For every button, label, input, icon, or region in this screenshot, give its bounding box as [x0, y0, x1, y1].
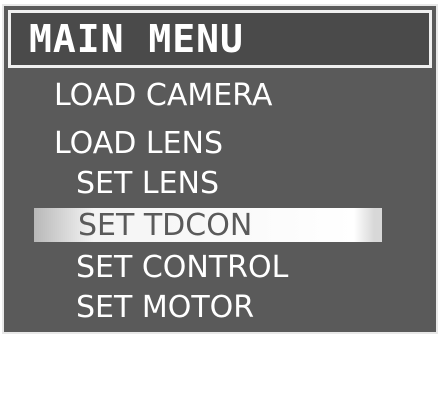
menu-item-label: SET CONTROL	[76, 250, 289, 285]
menu-item-set-lens[interactable]: SET LENS	[8, 166, 434, 202]
menu-title: MAIN MENU	[29, 17, 244, 61]
menu-item-set-tdcon[interactable]: SET TDCON	[34, 208, 382, 243]
menu-item-load-camera[interactable]: LOAD CAMERA	[8, 78, 434, 114]
menu-item-label: LOAD CAMERA	[54, 78, 273, 113]
menu-item-label: SET TDCON	[78, 208, 253, 243]
menu-item-set-motor[interactable]: SET MOTOR	[8, 290, 434, 326]
menu-title-bar: MAIN MENU	[8, 10, 432, 68]
menu-item-set-control[interactable]: SET CONTROL	[8, 250, 434, 286]
menu-item-label: SET LENS	[76, 166, 220, 201]
menu-item-load-lens[interactable]: LOAD LENS	[8, 126, 434, 162]
menu-item-label: SET MOTOR	[76, 290, 255, 325]
menu-window: MAIN MENU LOAD CAMERA LOAD LENS SET LENS…	[2, 4, 438, 334]
menu-item-label: LOAD LENS	[54, 126, 224, 161]
